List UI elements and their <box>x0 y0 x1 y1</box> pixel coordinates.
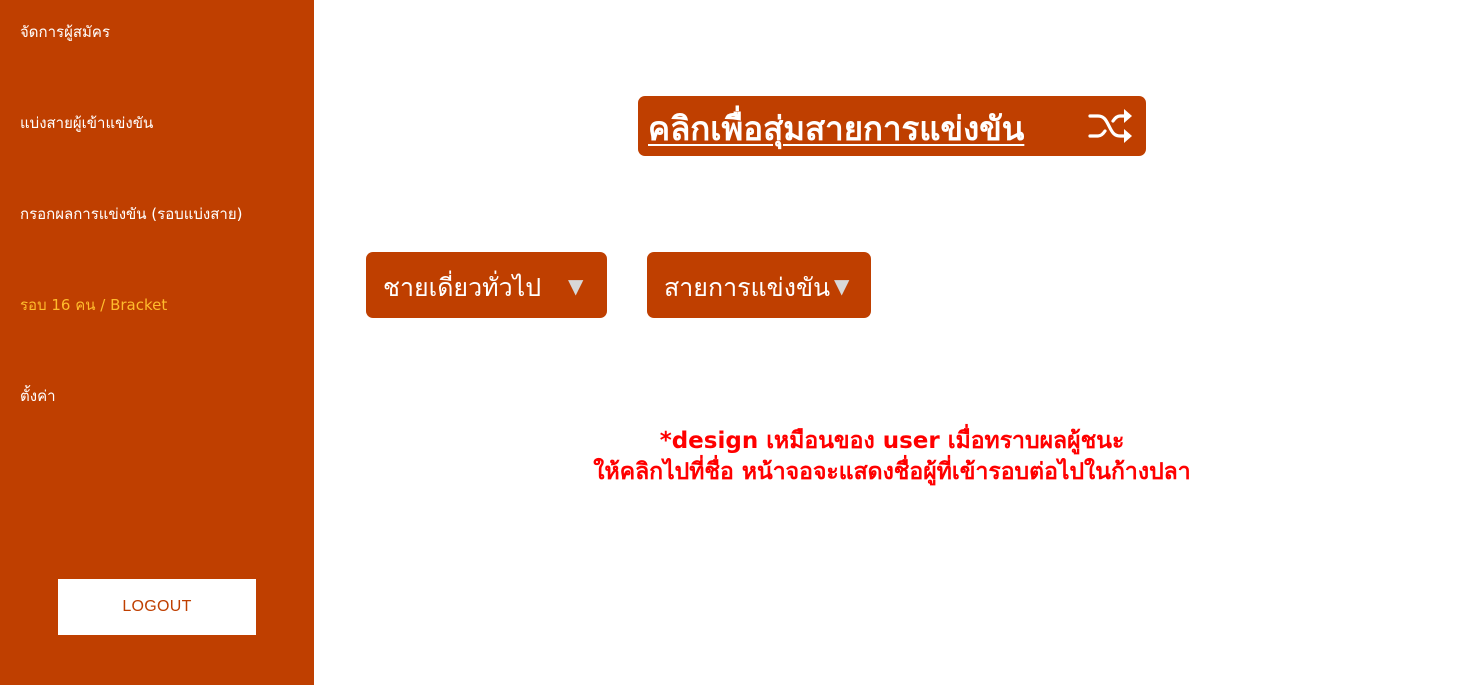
bracket-dropdown-value: สายการแข่งขัน <box>664 273 831 302</box>
design-note-line-2: ให้คลิกไปที่ชื่อ หน้าจอจะแสดงชื่อผู้ที่เ… <box>593 459 1191 485</box>
bracket-dropdown[interactable]: สายการแข่งขัน ▼ <box>647 252 871 318</box>
chevron-down-icon: ▼ <box>834 274 850 298</box>
category-dropdown[interactable]: ชายเดี่ยวทั่วไป ▼ <box>366 252 607 318</box>
sidebar-item-enter-results[interactable]: กรอกผลการแข่งขัน (รอบแบ่งสาย) <box>20 202 242 226</box>
chevron-down-icon: ▼ <box>568 274 584 298</box>
random-draw-label: คลิกเพื่อสุ่มสายการแข่งขัน <box>648 109 1025 148</box>
category-dropdown-value: ชายเดี่ยวทั่วไป <box>383 273 542 302</box>
sidebar: จัดการผู้สมัคร แบ่งสายผู้เข้าแข่งขัน กรอ… <box>0 0 314 685</box>
design-note-line-1: *design เหมือนของ user เมื่อทราบผลผู้ชนะ <box>659 428 1125 454</box>
random-draw-button[interactable]: คลิกเพื่อสุ่มสายการแข่งขัน <box>638 96 1146 156</box>
sidebar-item-settings[interactable]: ตั้งค่า <box>20 384 56 408</box>
sidebar-item-manage-applicants[interactable]: จัดการผู้สมัคร <box>20 20 110 44</box>
sidebar-item-group-division[interactable]: แบ่งสายผู้เข้าแข่งขัน <box>20 111 153 135</box>
shuffle-icon <box>1088 109 1132 143</box>
logout-button[interactable]: LOGOUT <box>58 579 256 635</box>
design-note: *design เหมือนของ user เมื่อทราบผลผู้ชนะ… <box>560 426 1224 488</box>
sidebar-item-bracket[interactable]: รอบ 16 คน / Bracket <box>20 293 167 317</box>
